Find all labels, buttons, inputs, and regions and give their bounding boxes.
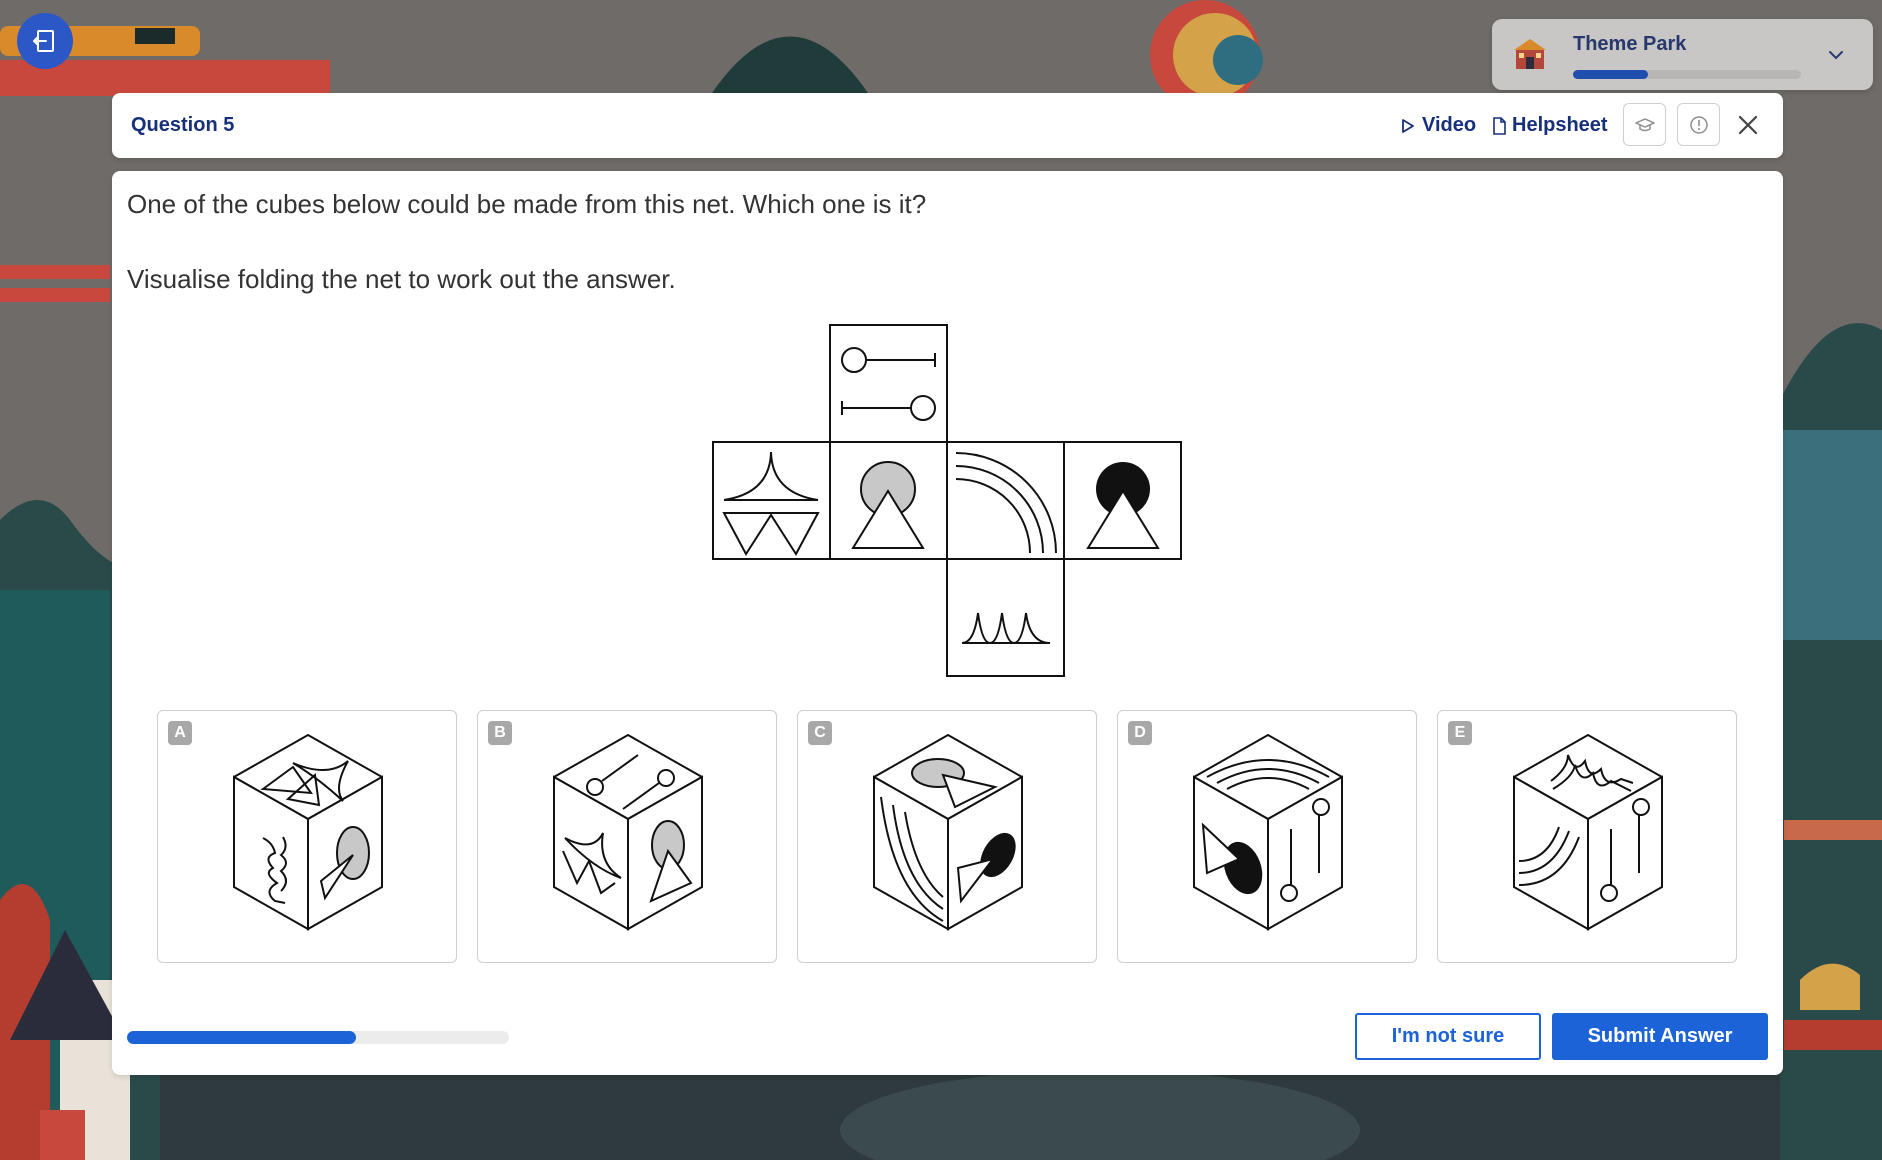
exit-icon <box>33 30 54 52</box>
theme-selector[interactable]: Theme Park <box>1492 19 1873 90</box>
theme-progress-fill <box>1573 70 1649 79</box>
graduation-button[interactable] <box>1623 103 1666 146</box>
cube-option-b <box>553 733 703 931</box>
option-e[interactable]: E <box>1437 710 1737 963</box>
question-title: Question 5 <box>131 114 235 136</box>
cube-net-diagram <box>712 324 1182 677</box>
not-sure-button[interactable]: I'm not sure <box>1355 1013 1541 1060</box>
exit-button[interactable] <box>17 13 73 69</box>
option-b[interactable]: B <box>477 710 777 963</box>
theme-name: Theme Park <box>1573 33 1687 55</box>
helpsheet-link[interactable]: Helpsheet <box>1492 114 1608 137</box>
submit-answer-button[interactable]: Submit Answer <box>1552 1013 1768 1060</box>
video-label: Video <box>1422 114 1477 136</box>
option-letter: A <box>168 721 192 745</box>
option-d[interactable]: D <box>1117 710 1417 963</box>
cube-option-e <box>1513 733 1663 931</box>
question-panel: One of the cubes below could be made fro… <box>112 171 1783 1075</box>
question-instruction: Visualise folding the net to work out th… <box>127 264 676 294</box>
theme-progress-bar <box>1573 70 1801 79</box>
option-letter: C <box>808 721 832 745</box>
video-link[interactable]: Video <box>1400 114 1476 137</box>
info-button[interactable] <box>1677 103 1720 146</box>
question-header: Question 5 Video Helpsheet <box>112 93 1783 158</box>
cube-option-a <box>233 733 383 931</box>
option-letter: B <box>488 721 512 745</box>
info-icon <box>1689 115 1708 134</box>
option-letter: E <box>1448 721 1472 745</box>
chevron-down-icon <box>1829 51 1843 60</box>
cube-option-c <box>873 733 1023 931</box>
graduation-cap-icon <box>1634 117 1655 131</box>
helpsheet-label: Helpsheet <box>1512 114 1608 136</box>
question-prompt: One of the cubes below could be made fro… <box>127 189 927 219</box>
option-a[interactable]: A <box>157 710 457 963</box>
question-progress-bar <box>127 1031 509 1044</box>
option-c[interactable]: C <box>797 710 1097 963</box>
cube-option-d <box>1193 733 1343 931</box>
question-progress-fill <box>127 1031 357 1044</box>
close-icon[interactable] <box>1735 112 1761 138</box>
option-letter: D <box>1128 721 1152 745</box>
play-icon <box>1402 118 1414 133</box>
ferris-wheel-icon <box>1514 39 1546 69</box>
document-icon <box>1493 116 1506 135</box>
